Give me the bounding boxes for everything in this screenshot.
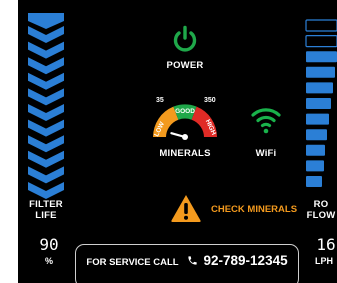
gauge-good-label: GOOD [175,108,195,115]
filter-life-segment [28,150,64,168]
filter-life-gauge [28,13,64,199]
wifi-status[interactable] [250,105,282,135]
wifi-icon [251,108,281,134]
filter-life-segment [28,57,64,75]
wifi-label: WiFi [255,148,277,159]
alert-text: CHECK MINERALS [211,204,298,215]
filter-life-segment [28,182,64,199]
filter-life-segment [28,88,64,106]
ro-flow-segment-lit [306,66,335,78]
ro-flow-segment-lit [306,51,337,63]
filter-life-segment [28,119,64,137]
ro-flow-value: 16 [316,235,336,254]
ro-flow-gauge [305,19,337,187]
ro-flow-segment-unlit [305,19,337,32]
power-label: POWER [166,60,204,71]
minerals-scale-min: 35 [156,97,164,104]
ro-flow-segment-lit [306,160,324,172]
filter-life-label: FILTER LIFE [29,199,63,221]
ro-flow-segment-lit [306,176,322,187]
filter-life-value: 90 [39,235,59,254]
minerals-gauge: 35 350 LOW GOOD HIGH [153,97,217,140]
gauge-hub [182,134,188,140]
minerals-scale-max: 350 [204,97,216,104]
service-call-box: FOR SERVICE CALL 92-789-12345 [75,244,299,283]
service-call-line: FOR SERVICE CALL 92-789-12345 [76,252,298,270]
ro-flow-unit: LPH [315,256,333,266]
ro-flow-segment-lit [306,129,327,141]
filter-life-segment [28,72,64,90]
ro-flow-segment-lit [306,144,325,156]
filter-life-unit: % [44,256,53,266]
ro-flow-segment-lit [306,113,329,125]
minerals-label: MINERALS [159,148,211,159]
ro-flow-segment-unlit [305,35,337,48]
power-icon [173,25,197,52]
filter-life-segment [28,13,64,29]
ro-flow-label: RO FLOW [306,199,336,221]
filter-life-segment [28,41,64,59]
service-phone-link[interactable]: 92-789-12345 [204,253,288,268]
display-panel: FILTER LIFE 90 % POWER 35 350 LOW GOOD H… [18,0,337,283]
phone-icon [188,256,197,265]
filter-life-segment [28,104,64,121]
mineral-alert[interactable] [170,193,202,223]
ro-flow-segment-lit [306,82,333,94]
warning-icon [171,195,201,222]
filter-life-segment [28,135,64,153]
ro-flow-segment-lit [306,98,331,109]
power-button[interactable] [170,24,200,54]
filter-life-segment [28,166,64,184]
service-call-label: FOR SERVICE CALL [86,257,179,268]
